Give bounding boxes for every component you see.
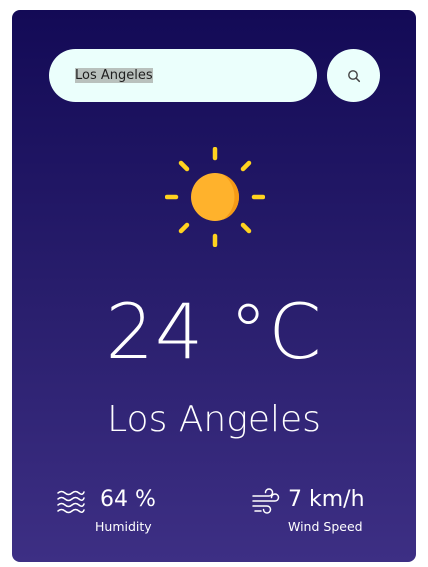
- search-button[interactable]: [327, 49, 380, 102]
- wind-label: Wind Speed: [288, 519, 363, 534]
- humidity-detail: 64 % Humidity: [56, 483, 216, 543]
- waves-icon: [57, 490, 85, 514]
- city-name: Los Angeles: [107, 399, 321, 440]
- humidity-label: Humidity: [95, 519, 152, 534]
- search-input[interactable]: [49, 49, 317, 102]
- humidity-value: 64 %: [100, 487, 156, 512]
- wind-detail: 7 km/h Wind Speed: [250, 483, 410, 543]
- sun-icon: [165, 147, 265, 247]
- search-icon: [347, 69, 360, 82]
- weather-card: 24 °C Los Angeles 64 % Humidity 7 km/h W…: [12, 10, 416, 562]
- wind-value: 7 km/h: [288, 487, 365, 512]
- wind-icon: [252, 488, 280, 514]
- temperature: 24 °C: [105, 287, 323, 376]
